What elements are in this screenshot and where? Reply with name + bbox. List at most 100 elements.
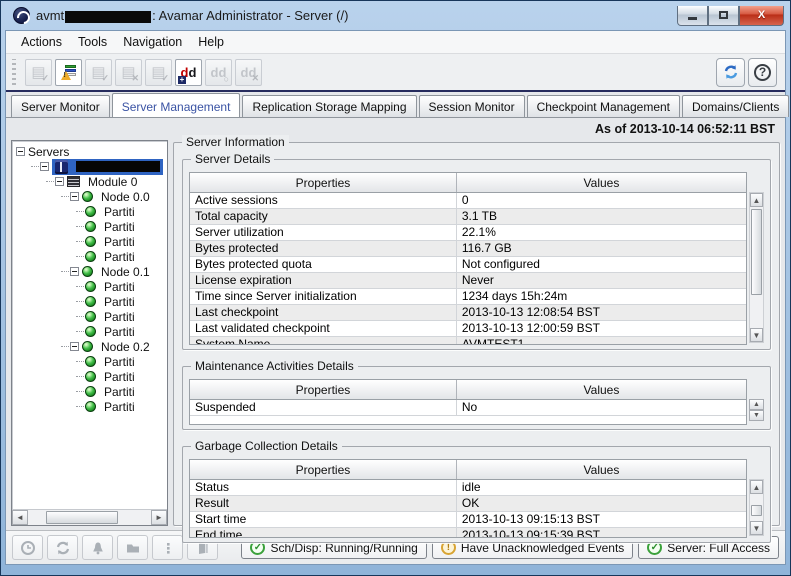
column-header-values[interactable]: Values: [457, 460, 746, 479]
table: PropertiesValuesSuspendedNo: [189, 379, 747, 425]
tree-item-node-0-2[interactable]: Node 0.2: [12, 339, 167, 354]
tree-connector: [61, 271, 69, 272]
tree-item-partiti[interactable]: Partiti: [12, 294, 167, 309]
table-vertical-scrollbar[interactable]: ▲▼: [749, 399, 764, 423]
scroll-down-button[interactable]: ▼: [749, 410, 764, 421]
tab-checkpoint-management[interactable]: Checkpoint Management: [527, 95, 680, 117]
expander-minus-icon[interactable]: [55, 177, 64, 186]
table-row: Last validated checkpoint2013-10-13 12:0…: [190, 321, 746, 337]
tree-connector: [76, 331, 84, 332]
tree-item-partiti[interactable]: Partiti: [12, 399, 167, 414]
close-button[interactable]: X: [739, 6, 784, 26]
properties-table: PropertiesValuesSuspendedNo▲▼: [189, 379, 764, 425]
tree-item-partiti[interactable]: Partiti: [12, 354, 167, 369]
table-row: Start time2013-10-13 09:15:13 BST: [190, 512, 746, 528]
tree-item-node-0-0[interactable]: Node 0.0: [12, 189, 167, 204]
scrollbar-thumb[interactable]: [751, 505, 762, 516]
scrollbar-track[interactable]: [750, 207, 763, 328]
tree-item-partiti[interactable]: Partiti: [12, 249, 167, 264]
partition-icon: [85, 206, 96, 217]
scrollbar-thumb[interactable]: [751, 209, 762, 295]
scroll-left-button[interactable]: ◄: [12, 510, 28, 525]
expander-minus-icon[interactable]: [70, 267, 79, 276]
tab-domains-clients[interactable]: Domains/Clients: [682, 95, 789, 117]
tree-item-partiti[interactable]: Partiti: [12, 219, 167, 234]
scroll-right-button[interactable]: ►: [151, 510, 167, 525]
scroll-down-button[interactable]: ▼: [750, 521, 763, 535]
tab-replication-storage-mapping[interactable]: Replication Storage Mapping: [242, 95, 416, 117]
column-header-values[interactable]: Values: [457, 380, 746, 399]
menu-tools[interactable]: Tools: [71, 33, 114, 51]
help-button[interactable]: ?: [748, 58, 777, 87]
tree-item-server[interactable]: [12, 159, 167, 174]
x-icon: ✕: [131, 73, 139, 84]
property-cell: Suspended: [190, 400, 457, 415]
tree-horizontal-scrollbar[interactable]: ◄ ►: [12, 509, 167, 525]
menu-help[interactable]: Help: [191, 33, 231, 51]
menu-navigation[interactable]: Navigation: [116, 33, 189, 51]
tree-item-partiti[interactable]: Partiti: [12, 369, 167, 384]
server-tree: ServersModule 0Node 0.0PartitiPartitiPar…: [12, 141, 167, 509]
tab-server-management[interactable]: Server Management: [112, 93, 241, 117]
tab-content: As of 2013-10-14 06:52:11 BST ServersMod…: [6, 117, 785, 530]
table-row: License expirationNever: [190, 273, 746, 289]
check-icon: ✓: [101, 73, 109, 84]
tree-connector: [76, 226, 84, 227]
refresh-button[interactable]: [716, 58, 745, 87]
column-header-values[interactable]: Values: [457, 173, 746, 192]
property-cell: End time: [190, 528, 457, 537]
table-row: ResultOK: [190, 496, 746, 512]
tab-server-monitor[interactable]: Server Monitor: [11, 95, 110, 117]
scroll-down-button[interactable]: ▼: [750, 328, 763, 342]
tree-item-servers[interactable]: Servers: [12, 144, 167, 159]
section-maintenance-activities-details: Maintenance Activities DetailsProperties…: [182, 366, 771, 430]
tree-item-label: Partiti: [104, 355, 135, 369]
tree-item-partiti[interactable]: Partiti: [12, 309, 167, 324]
value-cell: AVMTEST1: [457, 337, 746, 344]
tree-item-partiti[interactable]: Partiti: [12, 279, 167, 294]
scrollbar-track[interactable]: [750, 494, 763, 521]
table-vertical-scrollbar[interactable]: ▲▼: [749, 479, 764, 536]
tab-session-monitor[interactable]: Session Monitor: [419, 95, 525, 117]
scrollbar-thumb[interactable]: [46, 511, 118, 524]
property-cell: Time since Server initialization: [190, 289, 457, 304]
server-icon: [55, 160, 68, 174]
tree-connector: [31, 166, 39, 167]
tree-item-partiti[interactable]: Partiti: [12, 204, 167, 219]
expander-minus-icon[interactable]: [40, 162, 49, 171]
table-vertical-scrollbar[interactable]: ▲▼: [749, 192, 764, 343]
scrollbar-track[interactable]: [28, 510, 151, 525]
tree-item-partiti[interactable]: Partiti: [12, 324, 167, 339]
tree-item-partiti[interactable]: Partiti: [12, 384, 167, 399]
expander-minus-icon[interactable]: [70, 192, 79, 201]
expander-minus-icon[interactable]: [16, 147, 25, 156]
help-icon: ?: [754, 64, 771, 81]
partition-icon: [85, 326, 96, 337]
tree-item-module-0[interactable]: Module 0: [12, 174, 167, 189]
property-cell: Bytes protected quota: [190, 257, 457, 272]
data-domain-find-button: dd ○: [205, 59, 232, 86]
column-header-properties[interactable]: Properties: [190, 460, 457, 479]
tree-item-node-0-1[interactable]: Node 0.1: [12, 264, 167, 279]
column-header-properties[interactable]: Properties: [190, 173, 457, 192]
menu-actions[interactable]: Actions: [14, 33, 69, 51]
section-garbage-collection-details: Garbage Collection DetailsPropertiesValu…: [182, 446, 771, 543]
tree-item-partiti[interactable]: Partiti: [12, 234, 167, 249]
bell-icon: [90, 540, 106, 556]
expander-minus-icon[interactable]: [70, 342, 79, 351]
scroll-up-button[interactable]: ▲: [749, 399, 764, 410]
column-header-properties[interactable]: Properties: [190, 380, 457, 399]
titlebar[interactable]: avmt: Avamar Administrator - Server (/) …: [5, 1, 786, 30]
data-domain-add-button[interactable]: dd +: [175, 59, 202, 86]
scroll-up-button[interactable]: ▲: [750, 193, 763, 207]
unacknowledged-events-button[interactable]: [55, 59, 82, 86]
tree-item-label: Servers: [28, 145, 69, 159]
table-header: PropertiesValues: [190, 460, 746, 480]
scroll-up-button[interactable]: ▲: [750, 480, 763, 494]
toolbar: ▤✓ ▤✓ ▤✕ ▤✓ dd + dd ○ dd ✕: [6, 54, 785, 92]
toolbar-grip[interactable]: [12, 59, 16, 85]
node-icon: [82, 266, 93, 277]
minimize-button[interactable]: [677, 6, 708, 26]
table-header: PropertiesValues: [190, 380, 746, 400]
restore-button[interactable]: [708, 6, 739, 26]
